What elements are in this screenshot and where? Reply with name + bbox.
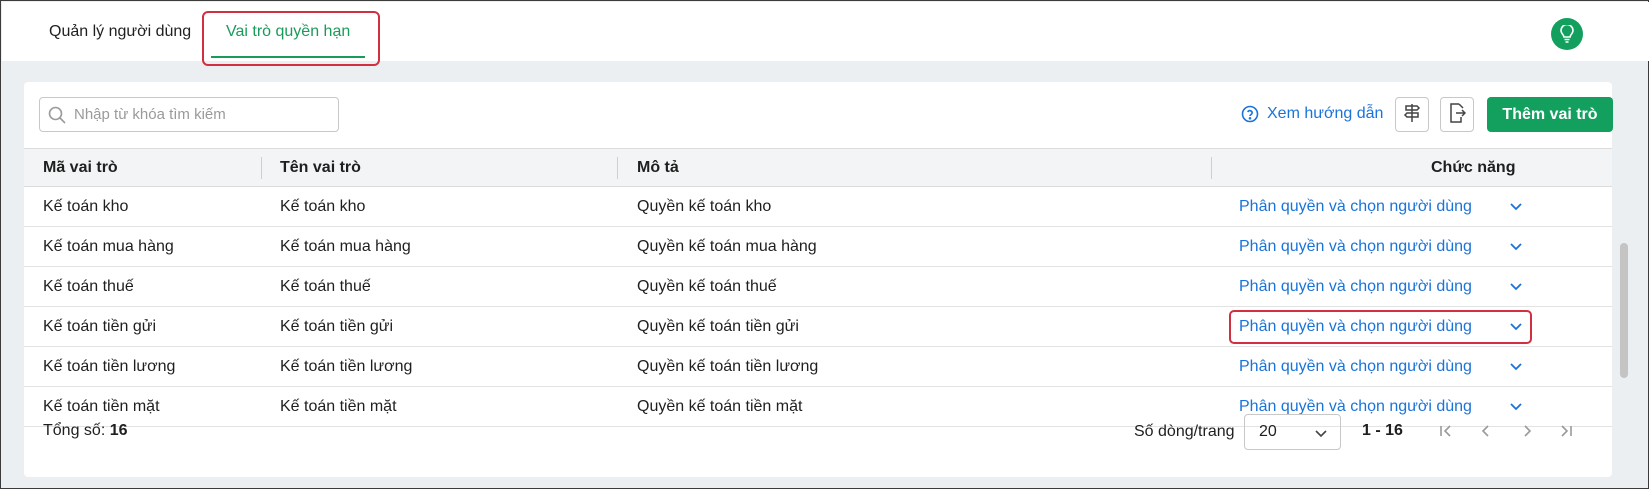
top-tab-bar: Quản lý người dùng Vai trò quyền hạn <box>2 2 1649 61</box>
guide-link-label: Xem hướng dẫn <box>1267 105 1384 122</box>
assign-permissions-link[interactable]: Phân quyền và chọn người dùng <box>1239 347 1522 386</box>
cell-description: Quyền kế toán tiền gửi <box>637 317 799 335</box>
cell-role-name: Kế toán thuế <box>280 277 371 295</box>
chevron-down-icon[interactable] <box>1509 199 1523 218</box>
search-input[interactable] <box>74 99 324 130</box>
assign-permissions-label: Phân quyền và chọn người dùng <box>1239 277 1472 295</box>
total-value: 16 <box>109 422 128 439</box>
search-icon <box>40 98 74 131</box>
help-circle-icon <box>1241 105 1259 123</box>
assign-permissions-link[interactable]: Phân quyền và chọn người dùng <box>1239 227 1522 266</box>
cell-role-code: Kế toán tiền gửi <box>43 317 157 335</box>
lightbulb-icon[interactable] <box>1551 18 1583 50</box>
rows-per-page-label: Số dòng/trang <box>1134 423 1235 440</box>
cell-role-name: Kế toán mua hàng <box>280 237 411 255</box>
add-role-button[interactable]: Thêm vai trò <box>1487 97 1613 132</box>
header-role-name: Tên vai trò <box>280 159 361 176</box>
rows-per-page-select[interactable]: 20 <box>1244 414 1341 450</box>
chevron-down-icon[interactable] <box>1509 319 1523 338</box>
chevron-down-icon[interactable] <box>1509 359 1523 378</box>
scrollbar-thumb[interactable] <box>1620 243 1628 378</box>
chevron-down-icon[interactable] <box>1509 279 1523 298</box>
assign-permissions-link[interactable]: Phân quyền và chọn người dùng <box>1239 307 1522 346</box>
header-separator <box>617 157 618 179</box>
guide-link[interactable]: Xem hướng dẫn <box>1241 98 1383 130</box>
table-header: Mã vai trò Tên vai trò Mô tả Chức năng <box>24 148 1612 187</box>
assign-permissions-label: Phân quyền và chọn người dùng <box>1239 357 1472 375</box>
app-frame: Quản lý người dùng Vai trò quyền hạn Nhậ… <box>0 0 1649 489</box>
export-file-icon <box>1448 102 1467 127</box>
first-page-icon[interactable] <box>1436 421 1456 441</box>
table-row[interactable]: Kế toán tiền gửi Kế toán tiền gửi Quyền … <box>24 307 1612 347</box>
assign-permissions-label: Phân quyền và chọn người dùng <box>1239 197 1472 215</box>
cell-role-code: Kế toán kho <box>43 197 129 215</box>
table-footer: Tổng số: 16 Số dòng/trang 20 1 - 16 <box>24 408 1612 458</box>
roles-table: Mã vai trò Tên vai trò Mô tả Chức năng K… <box>24 148 1612 427</box>
chevron-down-icon <box>1314 426 1328 445</box>
header-separator <box>261 157 262 179</box>
assign-permissions-link[interactable]: Phân quyền và chọn người dùng <box>1239 267 1522 306</box>
cell-role-name: Kế toán tiền gửi <box>280 317 394 335</box>
roles-card: Xem hướng dẫn Thêm vai trò <box>24 82 1613 477</box>
chevron-down-icon[interactable] <box>1509 239 1523 258</box>
header-role-code: Mã vai trò <box>43 159 118 176</box>
next-page-icon[interactable] <box>1517 421 1537 441</box>
table-row[interactable]: Kế toán tiền lương Kế toán tiền lương Qu… <box>24 347 1612 387</box>
cell-description: Quyền kế toán kho <box>637 197 772 215</box>
search-box[interactable] <box>39 97 339 132</box>
rows-per-page-value: 20 <box>1259 423 1277 440</box>
page-range: 1 - 16 <box>1362 422 1403 439</box>
assign-permissions-link[interactable]: Phân quyền và chọn người dùng <box>1239 187 1522 226</box>
cell-role-name: Kế toán kho <box>280 197 366 215</box>
cell-description: Quyền kế toán mua hàng <box>637 237 817 255</box>
header-actions: Chức năng <box>1431 159 1516 176</box>
cell-role-code: Kế toán mua hàng <box>43 237 174 255</box>
header-separator <box>1211 157 1212 179</box>
total-label: Tổng số: <box>43 422 106 439</box>
table-row[interactable]: Kế toán mua hàng Kế toán mua hàng Quyền … <box>24 227 1612 267</box>
cell-role-code: Kế toán tiền lương <box>43 357 176 375</box>
export-button[interactable] <box>1440 97 1474 132</box>
cell-description: Quyền kế toán thuế <box>637 277 777 295</box>
tab-roles-permissions[interactable]: Vai trò quyền hạn <box>211 2 366 61</box>
tab-user-management-label: Quản lý người dùng <box>49 22 192 40</box>
tab-user-management[interactable]: Quản lý người dùng <box>49 2 191 61</box>
signpost-icon <box>1403 103 1421 127</box>
cell-role-name: Kế toán tiền lương <box>280 357 413 375</box>
tab-roles-permissions-label: Vai trò quyền hạn <box>226 22 351 40</box>
last-page-icon[interactable] <box>1556 421 1576 441</box>
assign-permissions-label: Phân quyền và chọn người dùng <box>1239 237 1472 255</box>
total-count: Tổng số: 16 <box>43 422 128 440</box>
column-settings-button[interactable] <box>1395 97 1429 132</box>
assign-permissions-label: Phân quyền và chọn người dùng <box>1239 317 1472 335</box>
cell-role-code: Kế toán thuế <box>43 277 134 295</box>
previous-page-icon[interactable] <box>1476 421 1496 441</box>
table-row[interactable]: Kế toán kho Kế toán kho Quyền kế toán kh… <box>24 187 1612 227</box>
cell-description: Quyền kế toán tiền lương <box>637 357 819 375</box>
header-description: Mô tả <box>637 159 679 176</box>
active-tab-underline <box>211 56 366 58</box>
table-row[interactable]: Kế toán thuế Kế toán thuế Quyền kế toán … <box>24 267 1612 307</box>
